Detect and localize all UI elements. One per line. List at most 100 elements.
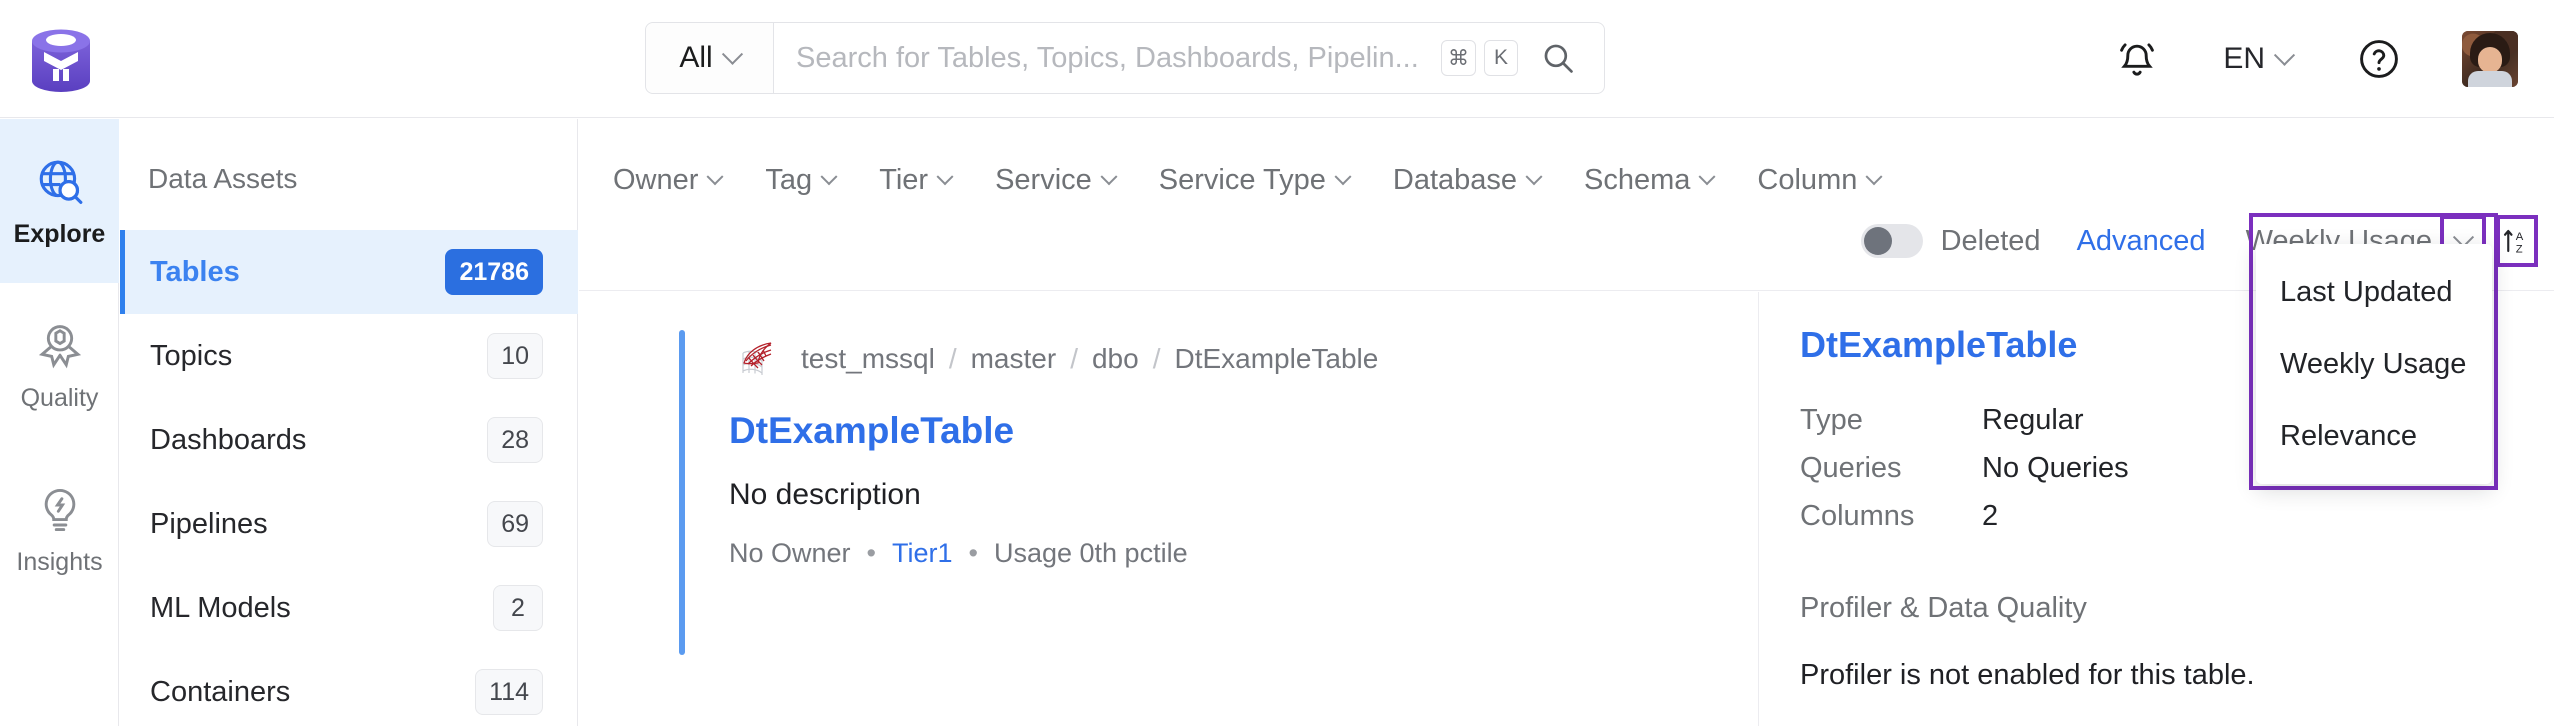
result-owner: No Owner	[729, 538, 851, 568]
sort-option-relevance[interactable]: Relevance	[2256, 400, 2492, 472]
filter-tier[interactable]: Tier	[879, 164, 954, 197]
meta-separator: •	[866, 538, 876, 568]
chevron-down-icon	[721, 43, 743, 65]
rail-item-insights[interactable]: Insights	[0, 447, 119, 611]
advanced-link[interactable]: Advanced	[2077, 225, 2206, 258]
chevron-down-icon	[936, 167, 954, 185]
filter-column[interactable]: Column	[1757, 164, 1883, 197]
filter-label: Owner	[613, 164, 699, 196]
sidebar-item-count: 69	[487, 501, 543, 547]
search-scope-dropdown[interactable]: All	[646, 23, 774, 93]
sort-az-icon: A Z	[2503, 229, 2524, 255]
kbd-k-badge: K	[1484, 40, 1518, 76]
chevron-down-icon	[1698, 167, 1716, 185]
sort-option-weekly-usage[interactable]: Weekly Usage	[2256, 328, 2492, 400]
sidebar-item-dashboards[interactable]: Dashboards 28	[120, 398, 578, 482]
search-input-area[interactable]: Search for Tables, Topics, Dashboards, P…	[774, 23, 1604, 93]
filter-database[interactable]: Database	[1392, 164, 1543, 197]
result-tier[interactable]: Tier1	[892, 538, 953, 569]
openmetadata-logo[interactable]	[28, 25, 94, 95]
filter-service[interactable]: Service	[995, 164, 1118, 197]
sidebar-item-pipelines[interactable]: Pipelines 69	[120, 482, 578, 566]
question-circle-icon[interactable]	[2354, 34, 2404, 84]
search-icon[interactable]	[1538, 38, 1578, 78]
filter-label: Service	[995, 164, 1092, 196]
rail-item-label: Explore	[13, 219, 106, 248]
breadcrumb-item-table[interactable]: DtExampleTable	[1174, 343, 1378, 375]
header-actions: EN	[2111, 0, 2554, 118]
breadcrumb: test_mssql / master / dbo / DtExampleTab…	[801, 343, 1378, 375]
sort-dropdown-menu[interactable]: Last Updated Weekly Usage Relevance	[2256, 244, 2492, 484]
breadcrumb-item-schema[interactable]: dbo	[1092, 343, 1139, 375]
language-selector[interactable]: EN	[2223, 42, 2296, 76]
search-scope-label: All	[679, 41, 713, 74]
kbd-cmd-badge: ⌘	[1441, 40, 1476, 76]
sidebar-item-ml-models[interactable]: ML Models 2	[120, 566, 578, 650]
summary-value: Regular	[1982, 403, 2084, 436]
result-meta: No Owner • Tier1 • Usage 0th pctile	[729, 538, 1699, 569]
filter-label: Service Type	[1158, 164, 1326, 196]
rail-item-label: Quality	[20, 383, 99, 412]
filter-service-type[interactable]: Service Type	[1158, 164, 1352, 197]
sidebar-item-label: Pipelines	[150, 507, 268, 540]
summary-value: 2	[1982, 499, 1999, 532]
sidebar-item-label: Tables	[150, 255, 240, 288]
svg-text:Z: Z	[2516, 243, 2523, 255]
filter-label: Schema	[1584, 164, 1691, 196]
sidebar-item-topics[interactable]: Topics 10	[120, 314, 578, 398]
result-card[interactable]: test_mssql / master / dbo / DtExampleTab…	[679, 330, 1699, 655]
sidebar-item-count: 21786	[445, 249, 543, 295]
avatar[interactable]	[2462, 31, 2518, 87]
sidebar-item-containers[interactable]: Containers 114	[120, 650, 578, 726]
result-title[interactable]: DtExampleTable	[729, 410, 1699, 452]
chevron-down-icon	[1865, 167, 1883, 185]
rail-item-quality[interactable]: Quality	[0, 283, 119, 447]
chevron-down-icon	[2273, 44, 2296, 66]
sort-order-button[interactable]: A Z	[2496, 215, 2538, 267]
sidebar-item-count: 28	[487, 417, 543, 463]
svg-text:A: A	[2516, 231, 2524, 243]
profiler-section-title: Profiler & Data Quality	[1800, 592, 2087, 624]
sidebar-item-count: 2	[493, 585, 543, 631]
breadcrumb-item-service[interactable]: test_mssql	[801, 343, 935, 375]
search-results-list: test_mssql / master / dbo / DtExampleTab…	[579, 292, 1759, 726]
summary-key: Columns	[1800, 499, 1915, 532]
filter-owner[interactable]: Owner	[613, 164, 724, 197]
deleted-toggle[interactable]	[1860, 224, 1923, 258]
sort-option-last-updated[interactable]: Last Updated	[2256, 256, 2492, 328]
summary-row-columns: Columns 2	[1800, 492, 2554, 540]
chevron-down-icon	[706, 167, 724, 185]
filter-schema[interactable]: Schema	[1584, 164, 1716, 197]
data-assets-list: Tables 21786 Topics 10 Dashboards 28 Pip…	[120, 230, 578, 726]
deleted-label: Deleted	[1940, 224, 2041, 257]
explore-page: All Search for Tables, Topics, Dashboard…	[0, 0, 2554, 726]
result-description: No description	[729, 478, 921, 511]
lightbulb-icon	[32, 482, 88, 538]
chevron-down-icon	[1525, 167, 1543, 185]
sidebar-item-label: ML Models	[150, 591, 291, 624]
sidebar-item-tables[interactable]: Tables 21786	[120, 230, 578, 314]
filter-tag[interactable]: Tag	[765, 164, 838, 197]
rail-item-explore[interactable]: Explore	[0, 119, 119, 283]
award-ribbon-icon	[32, 318, 88, 374]
card-accent-bar	[679, 330, 685, 655]
summary-key: Type	[1800, 403, 1863, 436]
global-search-bar[interactable]: All Search for Tables, Topics, Dashboard…	[645, 22, 1605, 94]
sidebar-item-count: 10	[487, 333, 543, 379]
sidebar-item-label: Dashboards	[150, 423, 307, 456]
data-assets-title: Data Assets	[148, 163, 298, 194]
summary-value: No Queries	[1982, 451, 2129, 484]
breadcrumb-item-database[interactable]: master	[971, 343, 1057, 375]
filter-dropdowns: Owner Tag Tier Service Service Type Data…	[613, 164, 1883, 197]
data-assets-sidebar: Data Assets Tables 21786 Topics 10 Dashb…	[120, 119, 578, 726]
language-label: EN	[2223, 42, 2265, 75]
left-nav-rail: Explore Quality Insights	[0, 119, 119, 726]
mssql-icon	[729, 333, 781, 385]
globe-search-icon	[32, 154, 88, 210]
bell-icon[interactable]	[2111, 33, 2163, 85]
sidebar-item-label: Topics	[150, 339, 233, 372]
filter-label: Database	[1392, 164, 1518, 196]
filter-label: Tier	[879, 164, 929, 196]
search-input[interactable]: Search for Tables, Topics, Dashboards, P…	[796, 42, 1433, 75]
chevron-down-icon	[1100, 167, 1118, 185]
